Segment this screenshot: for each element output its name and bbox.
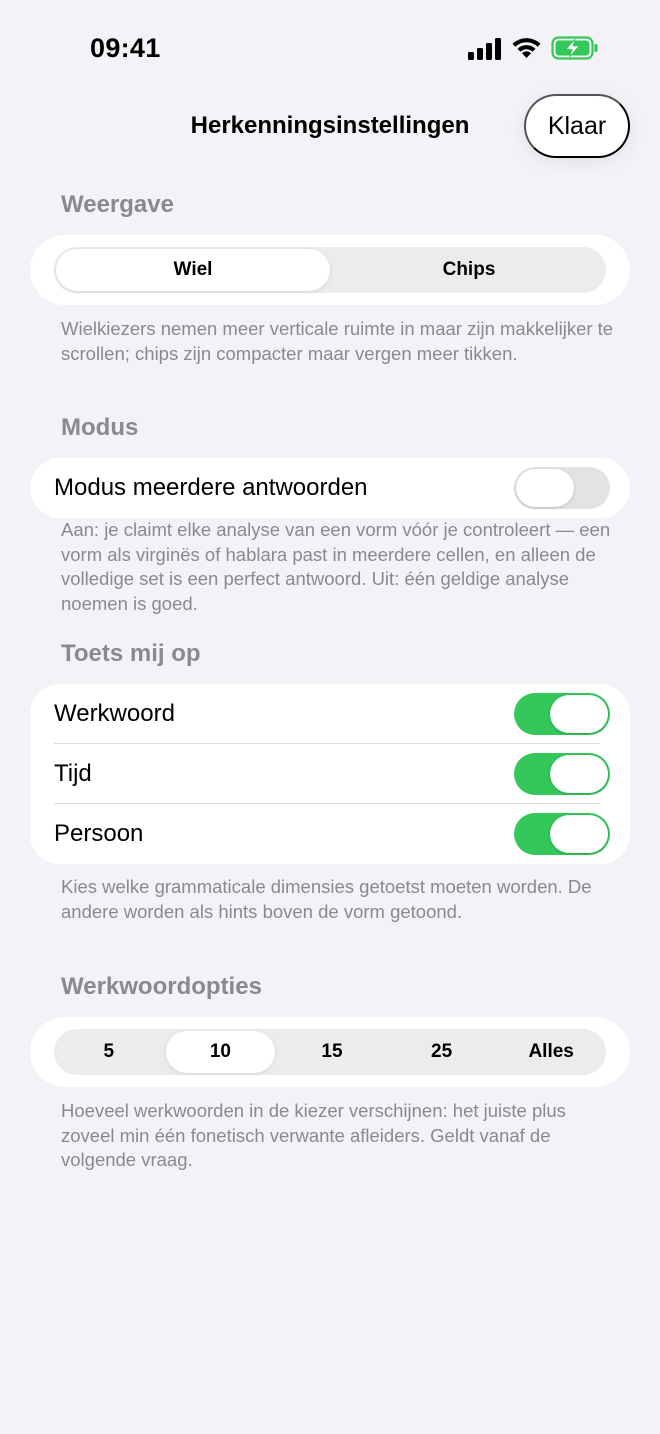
status-time: 09:41 bbox=[90, 33, 161, 63]
toggle-knob bbox=[550, 695, 608, 733]
section-header-mode: Modus bbox=[61, 414, 139, 441]
toggle-knob bbox=[516, 469, 574, 507]
status-bar: 09:41 bbox=[0, 0, 660, 90]
segment-wheel[interactable]: Wiel bbox=[56, 249, 330, 291]
segment-chips[interactable]: Chips bbox=[332, 247, 606, 293]
display-footer: Wielkiezers nemen meer verticale ruimte … bbox=[61, 318, 614, 364]
mode-card: Modus meerdere antwoorden bbox=[30, 458, 630, 518]
segment-all[interactable]: Alles bbox=[496, 1029, 606, 1075]
quiz-card: Werkwoord Tijd Persoon bbox=[30, 684, 630, 864]
segment-15[interactable]: 15 bbox=[277, 1029, 387, 1075]
settings-screen: 09:41 Herkenningsinstellingen Klaar Weer… bbox=[0, 0, 660, 1434]
toggle-person[interactable] bbox=[514, 813, 610, 855]
toggle-verb[interactable] bbox=[514, 693, 610, 735]
row-multiple-answers: Modus meerdere antwoorden bbox=[30, 458, 630, 518]
mode-footer: Aan: je claimt elke analyse van een vorm… bbox=[61, 519, 611, 614]
row-label: Werkwoord bbox=[54, 700, 175, 727]
row-tense: Tijd bbox=[30, 744, 630, 804]
verb-count-segmented-control: 5 10 15 25 Alles bbox=[54, 1029, 606, 1075]
toggle-knob bbox=[550, 755, 608, 793]
display-segmented-control: Wiel Chips bbox=[54, 247, 606, 293]
display-card: Wiel Chips bbox=[30, 235, 630, 305]
cellular-signal-icon bbox=[468, 38, 501, 60]
verb-options-card: 5 10 15 25 Alles bbox=[30, 1017, 630, 1087]
row-label: Tijd bbox=[54, 760, 92, 787]
toggle-knob bbox=[550, 815, 608, 853]
wifi-icon bbox=[512, 38, 541, 58]
row-label: Persoon bbox=[54, 820, 144, 847]
row-person: Persoon bbox=[30, 804, 630, 864]
verb-options-footer: Hoeveel werkwoorden in de kiezer verschi… bbox=[61, 1100, 566, 1170]
segment-10[interactable]: 10 bbox=[165, 1031, 276, 1073]
section-header-quiz: Toets mij op bbox=[61, 640, 201, 667]
battery-charging-icon bbox=[551, 36, 598, 60]
toggle-tense[interactable] bbox=[514, 753, 610, 795]
done-button[interactable]: Klaar bbox=[524, 94, 630, 158]
segment-25[interactable]: 25 bbox=[387, 1029, 497, 1075]
section-header-display: Weergave bbox=[61, 191, 174, 218]
quiz-footer: Kies welke grammaticale dimensies getoet… bbox=[61, 876, 592, 922]
row-label: Modus meerdere antwoorden bbox=[54, 474, 368, 501]
segment-5[interactable]: 5 bbox=[54, 1029, 164, 1075]
row-verb: Werkwoord bbox=[30, 684, 630, 744]
toggle-multiple-answers[interactable] bbox=[514, 467, 610, 509]
section-header-verb-options: Werkwoordopties bbox=[61, 973, 262, 1000]
